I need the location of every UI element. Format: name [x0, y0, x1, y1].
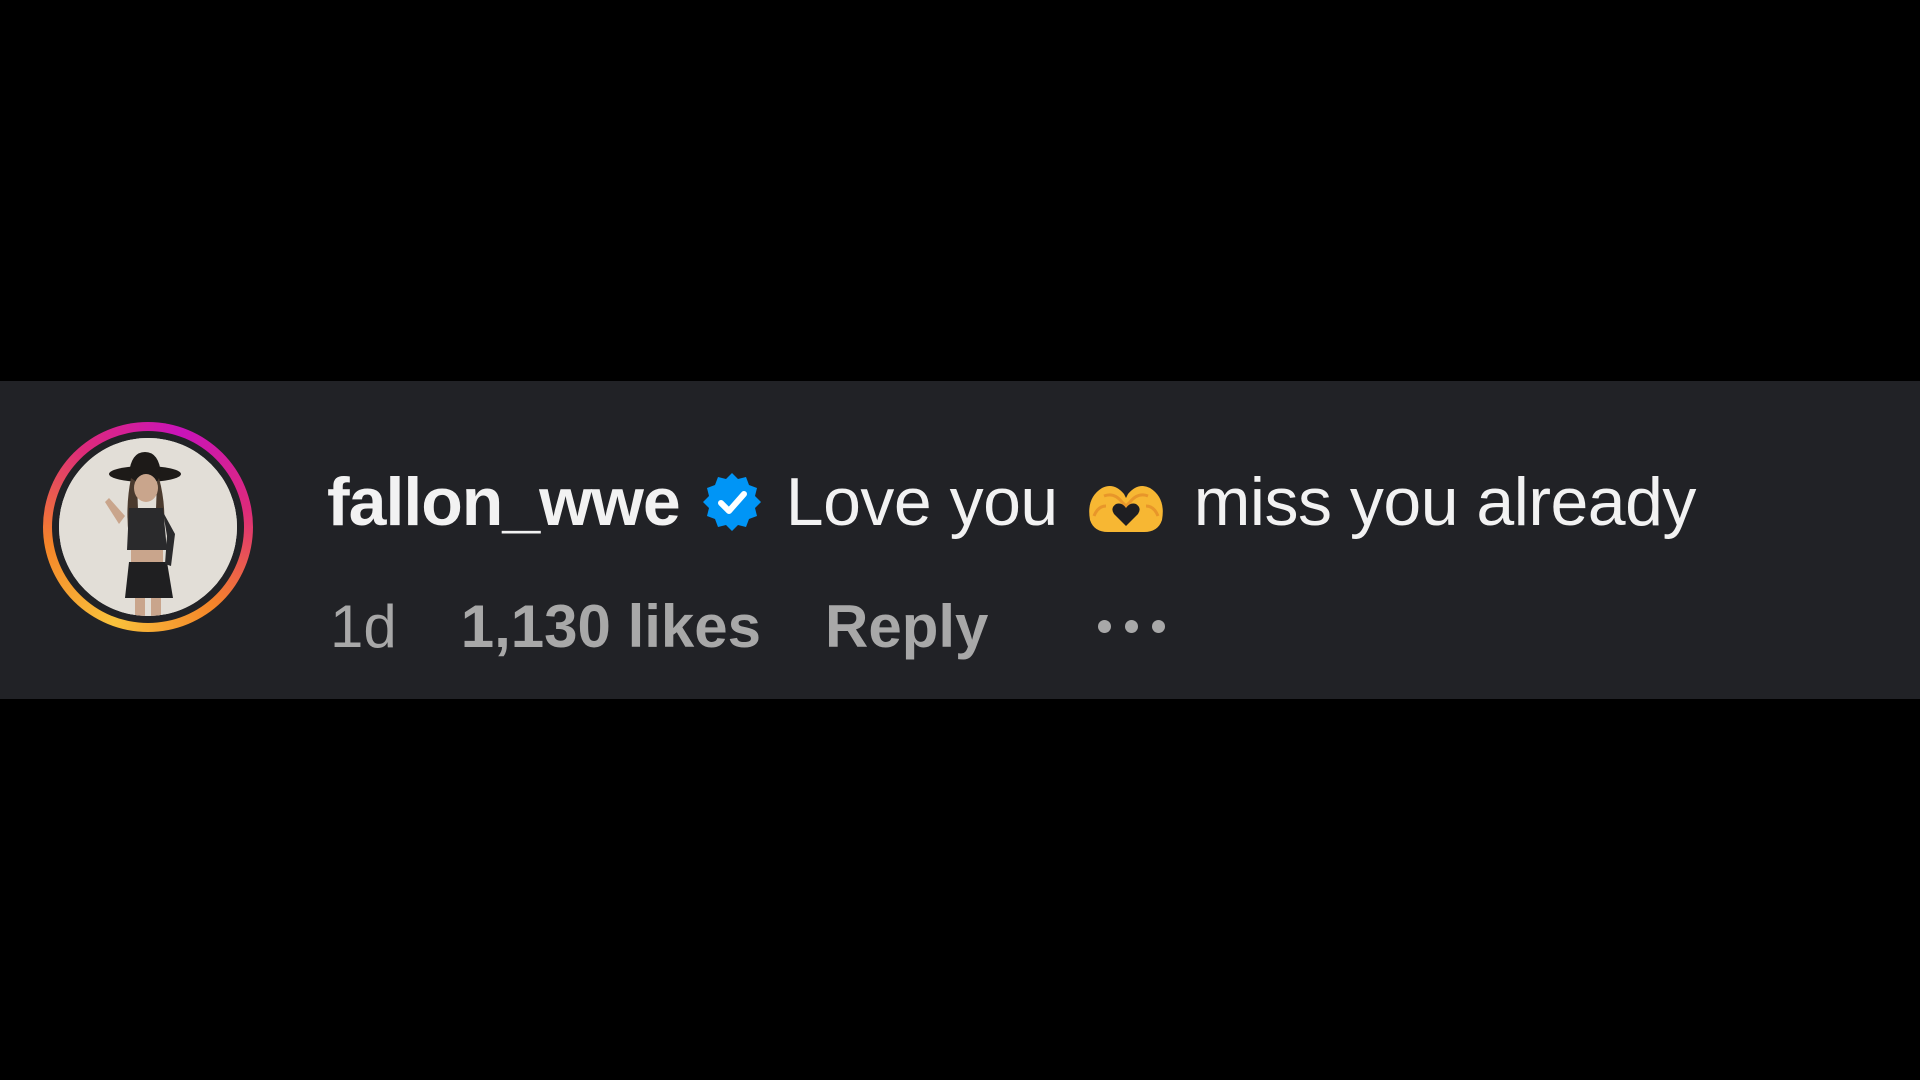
comment-row: fallon_wwe Love you miss you already 1d … [0, 381, 1920, 699]
dot [1152, 619, 1166, 633]
comment-text-after: miss you already [1193, 464, 1697, 540]
username-link[interactable]: fallon_wwe [327, 463, 681, 541]
more-options-icon[interactable] [1098, 606, 1166, 646]
comment-text-before: Love you [785, 464, 1058, 540]
comment-text-line: fallon_wwe Love you miss you already [327, 457, 1696, 547]
likes-count-button[interactable]: 1,130 likes [461, 592, 761, 661]
comment-meta: 1d 1,130 likes Reply [330, 581, 1166, 671]
reply-button[interactable]: Reply [825, 592, 988, 661]
verified-badge-icon [700, 470, 764, 534]
dot [1098, 619, 1112, 633]
avatar-frame [52, 431, 244, 623]
story-ring[interactable] [43, 422, 253, 632]
avatar-photo [59, 438, 237, 616]
avatar[interactable] [59, 438, 237, 616]
heart-hands-emoji-icon [1084, 476, 1168, 536]
dot [1125, 619, 1139, 633]
timestamp[interactable]: 1d [330, 592, 397, 661]
